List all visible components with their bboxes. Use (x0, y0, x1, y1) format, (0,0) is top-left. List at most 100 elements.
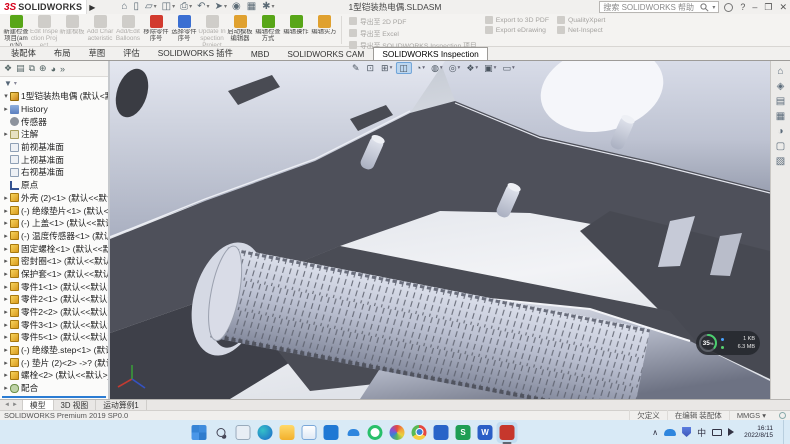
search-input[interactable]: 搜索 SOLIDWORKS 帮助 ▾ (599, 1, 719, 13)
search-icon[interactable] (700, 3, 709, 12)
select-icon[interactable]: ➤▾ (213, 1, 229, 13)
security-shield-icon[interactable] (682, 427, 691, 437)
hide-show-icon[interactable]: ◎▾ (447, 62, 463, 74)
tree-item[interactable]: ▸ 保护套<1> (默认<<默认>_显示状 (0, 268, 108, 281)
expand-icon[interactable]: ▸ (2, 321, 10, 329)
qualityxpert-button[interactable]: QualityXpert (557, 16, 605, 24)
tree-item[interactable]: ▸ 零件3<1> (默认<<默认>_显示状态 (0, 318, 108, 331)
tree-item[interactable]: ▸ 密封圈<1> (默认<<默认>_显示状 (0, 255, 108, 268)
tab-scroll-arrows[interactable]: ◄ ► (0, 400, 23, 410)
scroll-right-icon[interactable]: ► (12, 402, 18, 408)
expand-icon[interactable]: ▸ (2, 359, 10, 367)
expand-icon[interactable]: ▸ (2, 194, 10, 202)
solidworks-taskbar-icon[interactable] (500, 425, 515, 440)
tree-item[interactable]: ▸ 零件2<1> (默认<<默认>_显示状态 (0, 293, 108, 306)
add-edit-balloons-button[interactable]: Add/Edit Balloons (114, 14, 142, 46)
view-settings-icon[interactable]: ▭▾ (500, 62, 516, 74)
edit-operation-button[interactable]: 编辑操作 (282, 14, 310, 46)
expand-icon[interactable]: ▸ (2, 105, 10, 113)
chrome-icon[interactable] (412, 425, 427, 440)
tree-item[interactable]: ▸ (-) 垫片 (2)<2> ->? (默认<<默认> (0, 356, 108, 369)
options-icon[interactable]: ✱▾ (260, 1, 276, 13)
new-inspection-project-button[interactable]: 新建检查项目(amp;N) (2, 14, 30, 46)
3d-model-canvas[interactable] (110, 61, 770, 399)
add-characteristic-button[interactable]: Add Characteristic (86, 14, 114, 46)
menu-flyout-icon[interactable]: ▶ (89, 3, 95, 12)
home-icon[interactable]: ⌂ (119, 1, 130, 13)
file-properties-icon[interactable]: ▦ (245, 1, 259, 13)
store-icon[interactable] (324, 425, 339, 440)
design-library-icon[interactable]: ◈ (777, 82, 785, 92)
tree-item[interactable]: ▸ 零件2<2> (默认<<默认>_显示状态 (0, 306, 108, 319)
export-3d-pdf-button[interactable]: Export to 3D PDF (485, 16, 549, 24)
expand-icon[interactable]: ▸ (2, 207, 10, 215)
tab-sw-addins[interactable]: SOLIDWORKS 插件 (149, 45, 242, 60)
tree-filter[interactable]: ▼ ▾ (0, 77, 108, 89)
expand-icon[interactable]: ▸ (2, 333, 10, 341)
tree-item[interactable]: ▸ (-) 温度传感器<1> (默认<<默认>_ (0, 230, 108, 243)
tree-item[interactable]: ▸ 零件1<1> (默认<<默认>_显示状态 (0, 280, 108, 293)
tree-item[interactable]: ▸ History (0, 103, 108, 116)
print-icon[interactable]: ⎙▾ (178, 1, 194, 13)
expand-icon[interactable]: ▸ (2, 270, 10, 278)
tray-chevron-icon[interactable]: ∧ (652, 428, 658, 437)
model-tab[interactable]: 模型 (23, 400, 54, 410)
appearances-icon[interactable]: ❖▾ (464, 62, 480, 74)
photos-icon[interactable] (390, 425, 405, 440)
rebuild-icon[interactable]: ◉ (230, 1, 244, 13)
login-icon[interactable] (724, 3, 733, 12)
onedrive-tray-icon[interactable] (664, 429, 676, 436)
tree-item[interactable]: ▸ (-) 绝缘垫.step<1> (默认<<默认> (0, 344, 108, 357)
tree-item[interactable]: 传感器 (0, 115, 108, 128)
new-document-icon[interactable]: ▯ (131, 1, 142, 13)
configurationmanager-tab-icon[interactable]: ⧉ (29, 63, 35, 74)
featuremanager-tab-icon[interactable]: ❖ (4, 63, 12, 74)
onedrive-icon[interactable] (346, 425, 361, 440)
display-style-icon[interactable]: ◍▾ (429, 62, 445, 74)
tree-item[interactable]: ▸ 螺栓<2> (默认<<默认>_显示状态 (0, 369, 108, 382)
net-inspect-button[interactable]: Net-Inspect (557, 26, 605, 34)
app-green-icon[interactable] (368, 425, 383, 440)
tree-item[interactable]: ▸ 外壳 (2)<1> (默认<<默认>_显示状 (0, 192, 108, 205)
export-2d-pdf-button[interactable]: 导出至 2D PDF (349, 16, 477, 26)
expand-icon[interactable]: ▸ (2, 219, 10, 227)
undo-icon[interactable]: ↶▾ (195, 1, 211, 13)
edit-actual-method-button[interactable]: 编辑实方 (310, 14, 338, 46)
tab-layout[interactable]: 布局 (45, 45, 80, 60)
app-w-icon[interactable]: W (478, 425, 493, 440)
displaymanager-tab-icon[interactable]: ◕ (51, 64, 56, 74)
solidworks-resources-icon[interactable]: ⌂ (777, 67, 783, 77)
tree-item[interactable]: 原点 (0, 179, 108, 192)
close-button[interactable]: ✕ (779, 2, 787, 13)
expand-icon[interactable]: ▸ (2, 295, 10, 303)
expand-icon[interactable]: ▸ (2, 384, 10, 392)
edit-component-icon[interactable]: ✎ (350, 62, 363, 74)
search-caret-icon[interactable]: ▾ (712, 4, 715, 11)
tree-item[interactable]: ▸ 注解 (0, 128, 108, 141)
remove-balloons-button[interactable]: 移除零件序号 (142, 14, 170, 46)
file-explorer-pane-icon[interactable]: ▤ (776, 97, 785, 107)
performance-overlay[interactable]: 35% 1 KB 6.3 MB (696, 331, 760, 355)
motion-study-tab[interactable]: 运动算例1 (96, 400, 147, 410)
forum-icon[interactable]: ▧ (776, 157, 785, 167)
tab-sw-inspection[interactable]: SOLIDWORKS Inspection (373, 47, 487, 60)
expand-icon[interactable]: ▸ (2, 346, 10, 354)
tree-item[interactable]: ▸ 零件5<1> (默认<<默认>_显示状态 (0, 331, 108, 344)
launch-template-editor-button[interactable]: 启动模板编辑器 (226, 14, 254, 46)
expand-icon[interactable]: ▸ (2, 130, 10, 138)
tree-item[interactable]: ▸ (-) 上盖<1> (默认<<默认>_显示状 (0, 217, 108, 230)
tab-mbd[interactable]: MBD (242, 47, 278, 60)
task-view-button[interactable] (236, 425, 251, 440)
status-tag-icon[interactable] (779, 412, 786, 419)
export-edrawing-button[interactable]: Export eDrawing (485, 26, 549, 34)
search-button[interactable] (214, 425, 229, 440)
tab-sw-cam[interactable]: SOLIDWORKS CAM (278, 47, 373, 60)
3d-views-tab[interactable]: 3D 视图 (54, 400, 97, 410)
scene-icon[interactable]: ▣▾ (482, 62, 498, 74)
tree-item[interactable]: 右视基准面 (0, 166, 108, 179)
graphics-viewport[interactable]: ✎ ⊡ ⊞▾ ◫ ◔▾ ◍▾ ◎▾ ❖▾ ▣▾ ▭▾ (110, 61, 770, 399)
edit-inspection-project-button[interactable]: Edit Inspection Project (30, 14, 58, 46)
minimize-button[interactable]: – (752, 2, 757, 12)
help-button[interactable]: ? (740, 2, 745, 12)
rollback-bar[interactable] (2, 396, 106, 398)
